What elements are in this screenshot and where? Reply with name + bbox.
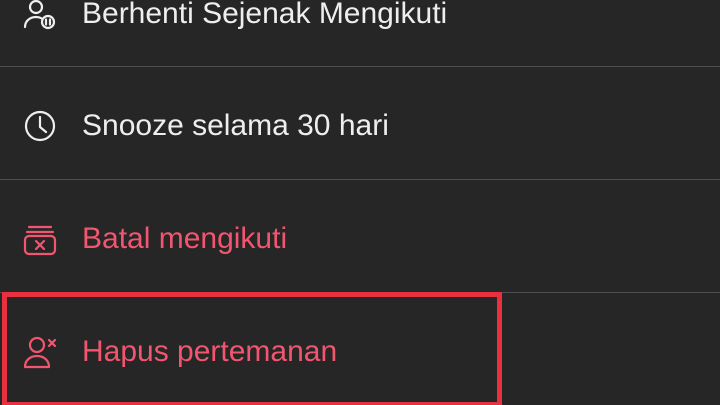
menu-item-label: Berhenti Sejenak Mengikuti (82, 0, 448, 30)
menu-item-pause-follow[interactable]: Berhenti Sejenak Mengikuti (0, 0, 720, 70)
pause-follow-icon (22, 0, 58, 32)
divider (0, 179, 720, 180)
menu-item-snooze[interactable]: Snooze selama 30 hari (0, 70, 720, 182)
remove-friend-icon (22, 334, 58, 370)
menu-item-label: Hapus pertemanan (82, 335, 338, 368)
divider (0, 292, 720, 293)
menu-item-unfollow[interactable]: Batal mengikuti (0, 183, 720, 295)
context-menu: Berhenti Sejenak Mengikuti Snooze selama… (0, 0, 720, 405)
menu-item-label: Snooze selama 30 hari (82, 109, 389, 142)
menu-item-unfriend[interactable]: Hapus pertemanan (0, 296, 720, 405)
unfollow-box-icon (22, 221, 58, 257)
divider (0, 66, 720, 67)
clock-icon (22, 108, 58, 144)
menu-item-label: Batal mengikuti (82, 222, 288, 255)
